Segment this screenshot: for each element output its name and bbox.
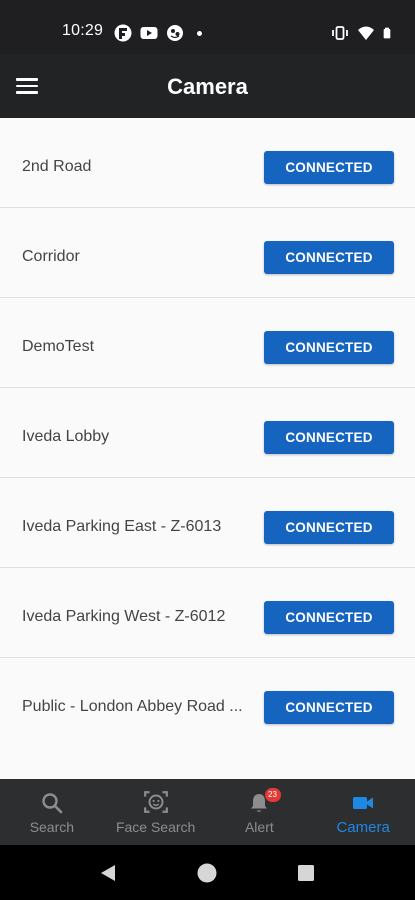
app-bar: Camera (0, 54, 415, 118)
video-camera-icon (353, 797, 374, 809)
system-status-icons (331, 24, 395, 42)
nav-item-alert[interactable]: 23 Alert (208, 779, 312, 845)
nav-item-camera[interactable]: Camera (311, 779, 415, 845)
list-item[interactable]: 2nd Road CONNECTED (0, 118, 415, 208)
alert-count-badge: 23 (264, 788, 281, 802)
wifi-icon (358, 26, 374, 40)
camera-name: Iveda Lobby (22, 428, 110, 445)
camera-name: DemoTest (22, 338, 95, 355)
camera-name: Iveda Parking West - Z-6012 (22, 608, 226, 625)
camera-list: 2nd Road CONNECTED Corridor CONNECTED De… (0, 118, 415, 779)
home-icon[interactable] (196, 862, 218, 884)
flipboard-icon (114, 24, 132, 42)
nav-label: Face Search (115, 819, 196, 835)
list-item[interactable]: DemoTest CONNECTED (0, 298, 415, 388)
bottom-navigation: Search Face Search 23 Alert Camera (0, 779, 415, 845)
system-navigation-bar (0, 845, 415, 900)
nav-item-search[interactable]: Search (0, 779, 104, 845)
recents-icon[interactable] (295, 862, 317, 884)
search-icon (42, 793, 63, 814)
connected-button[interactable]: CONNECTED (264, 421, 394, 454)
connected-button[interactable]: CONNECTED (264, 151, 394, 184)
back-icon[interactable] (97, 862, 119, 884)
page-title: Camera (167, 74, 248, 99)
youtube-icon (140, 27, 158, 39)
connected-button[interactable]: CONNECTED (264, 241, 394, 274)
camera-name: Public - London Abbey Road ... (22, 698, 243, 715)
nav-label: Search (29, 819, 75, 835)
camera-name: Iveda Parking East - Z-6013 (22, 518, 222, 535)
app-icon (167, 25, 183, 41)
list-item[interactable]: Corridor CONNECTED (0, 208, 415, 298)
connected-button[interactable]: CONNECTED (264, 601, 394, 634)
nav-item-face-search[interactable]: Face Search (104, 779, 208, 845)
nav-label: Camera (336, 819, 390, 836)
status-bar: 10:29 (0, 0, 415, 54)
list-item[interactable]: Iveda Parking East - Z-6013 CONNECTED (0, 478, 415, 568)
connected-button[interactable]: CONNECTED (264, 511, 394, 544)
list-item[interactable]: Iveda Parking West - Z-6012 CONNECTED (0, 568, 415, 658)
connected-button[interactable]: CONNECTED (264, 691, 394, 724)
nav-label: Alert (244, 819, 274, 835)
status-time: 10:29 (62, 22, 104, 39)
list-item[interactable]: Public - London Abbey Road ... CONNECTED (0, 658, 415, 747)
notification-icons (114, 24, 184, 42)
notification-dot (197, 31, 202, 36)
connected-button[interactable]: CONNECTED (264, 331, 394, 364)
face-scan-icon (143, 791, 168, 813)
list-item[interactable]: Iveda Lobby CONNECTED (0, 388, 415, 478)
camera-name: Corridor (22, 248, 80, 265)
camera-name: 2nd Road (22, 158, 92, 175)
battery-icon (383, 27, 391, 39)
vibrate-icon (332, 26, 348, 40)
